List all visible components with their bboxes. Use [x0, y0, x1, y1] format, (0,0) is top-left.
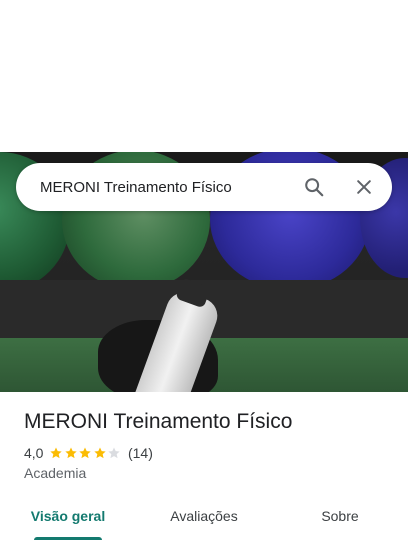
star-icon	[94, 447, 106, 459]
tab-about[interactable]: Sobre	[272, 492, 408, 540]
search-bar[interactable]: MERONI Treinamento Físico	[16, 163, 392, 211]
clear-search-button[interactable]	[344, 167, 384, 207]
star-icon	[65, 447, 77, 459]
place-tabs: Visão geral Avaliações Sobre	[0, 492, 408, 540]
search-input[interactable]: MERONI Treinamento Físico	[40, 179, 294, 196]
review-count[interactable]: (14)	[128, 445, 153, 461]
place-title: MERONI Treinamento Físico	[24, 410, 293, 433]
rating-value: 4,0	[24, 445, 44, 461]
place-panel: MERONI Treinamento Físico MERONI Treinam…	[0, 0, 408, 544]
star-icon	[108, 447, 121, 459]
search-button[interactable]	[294, 167, 334, 207]
tab-label: Avaliações	[170, 508, 238, 524]
tab-label: Visão geral	[30, 508, 106, 524]
tab-reviews[interactable]: Avaliações	[136, 492, 272, 540]
place-category[interactable]: Academia	[24, 465, 86, 481]
tab-overview[interactable]: Visão geral	[0, 492, 136, 540]
search-icon	[305, 178, 324, 197]
rating-stars	[49, 446, 122, 460]
rating-row: 4,0 (14)	[24, 444, 153, 462]
close-icon	[357, 180, 371, 194]
tab-label: Sobre	[321, 508, 359, 524]
star-icon	[79, 447, 92, 459]
star-icon	[50, 447, 63, 459]
